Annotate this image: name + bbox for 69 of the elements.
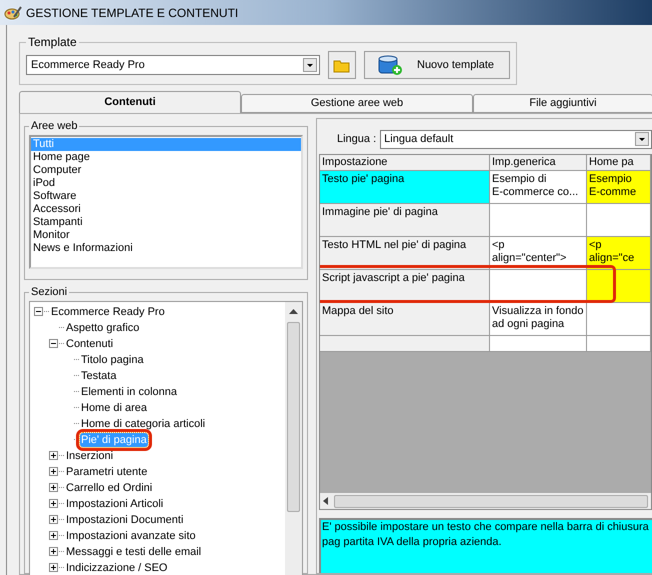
expand-icon[interactable]: [49, 451, 58, 460]
tree-item[interactable]: Home di categoria articoli: [80, 416, 206, 430]
template-dropdown[interactable]: Ecommerce Ready Pro: [26, 55, 320, 75]
database-add-icon: [377, 54, 403, 76]
list-item[interactable]: Accessori: [31, 202, 301, 216]
tree-item[interactable]: Testata: [80, 368, 118, 382]
scroll-thumb[interactable]: [287, 322, 300, 512]
tree-item[interactable]: Parametri utente: [65, 464, 148, 478]
dropdown-value: Lingua default: [384, 132, 454, 147]
group-label: Sezioni: [30, 285, 68, 300]
tab[interactable]: Contenuti: [19, 91, 241, 113]
scroll-thumb[interactable]: [334, 494, 648, 508]
tab[interactable]: File aggiuntivi: [473, 94, 652, 113]
scroll-left-icon: [323, 497, 328, 505]
tab[interactable]: Gestione aree web: [241, 94, 473, 113]
palette-icon: [4, 4, 22, 20]
table-cell[interactable]: Testo HTML nel pie' di pagina: [320, 237, 490, 270]
table-cell[interactable]: Script javascript a pie' pagina: [320, 270, 490, 303]
folder-icon: [333, 58, 351, 72]
table-cell: <p align="ce: [587, 237, 651, 270]
tree-item[interactable]: Aspetto grafico: [65, 320, 140, 334]
tree-item[interactable]: Messaggi e testi delle email: [65, 544, 202, 558]
expand-icon[interactable]: [49, 547, 58, 556]
tree-item[interactable]: Ecommerce Ready Pro: [50, 304, 166, 318]
language-dropdown[interactable]: Lingua default: [380, 130, 652, 148]
vertical-scrollbar[interactable]: [285, 302, 302, 575]
table-cell: Visualizza in fondo ad ogni pagina: [490, 303, 587, 336]
expand-icon[interactable]: [49, 515, 58, 524]
tree-item[interactable]: Impostazioni avanzate sito: [65, 528, 197, 542]
expand-icon[interactable]: [49, 483, 58, 492]
tree-item[interactable]: Elementi in colonna: [80, 384, 178, 398]
table-cell[interactable]: Testo pie' pagina: [320, 171, 490, 204]
tree-item[interactable]: Impostazioni Articoli: [65, 496, 164, 510]
list-item[interactable]: Stampanti: [31, 216, 301, 228]
list-item[interactable]: Home page: [31, 150, 301, 164]
tree-item[interactable]: Indicizzazione / SEO: [65, 560, 168, 574]
scroll-up-icon: [289, 308, 298, 314]
window-title: GESTIONE TEMPLATE E CONTENUTI: [26, 4, 238, 22]
table-cell: <p align="center">: [490, 237, 587, 270]
table-cell: [587, 336, 651, 352]
tree-item[interactable]: Titolo pagina: [80, 352, 145, 366]
expand-icon[interactable]: [49, 531, 58, 540]
tree-item[interactable]: Home di area: [80, 400, 148, 414]
open-folder-button[interactable]: [328, 51, 356, 79]
collapse-icon[interactable]: [34, 307, 43, 316]
field-label: Lingua :: [337, 132, 376, 147]
description-text: E' possibile impostare un testo che compare nella barra di chiusura pag partita IVA della propria azienda.: [319, 518, 652, 573]
tree-item[interactable]: Impostazioni Documenti: [65, 512, 184, 526]
expand-icon[interactable]: [49, 467, 58, 476]
tree-item[interactable]: Contenuti: [65, 336, 114, 350]
expand-icon[interactable]: [49, 563, 58, 572]
tree-item[interactable]: Carrello ed Ordini: [65, 480, 154, 494]
expand-icon[interactable]: [49, 499, 58, 508]
list-item[interactable]: Computer: [31, 164, 301, 176]
table-cell: Esempio E-comme: [587, 171, 651, 204]
group-label: Template: [27, 34, 78, 51]
list-item[interactable]: News e Informazioni: [31, 242, 301, 254]
list-item[interactable]: Software: [31, 190, 301, 202]
list-item[interactable]: iPod: [31, 176, 301, 190]
group-label: Aree web: [30, 119, 78, 134]
new-template-button[interactable]: Nuovo template: [364, 51, 510, 79]
dropdown-value: Ecommerce Ready Pro: [31, 58, 145, 73]
tree-item[interactable]: Inserzioni: [65, 448, 114, 462]
collapse-icon[interactable]: [49, 339, 58, 348]
table-cell: Esempio di E-commerce co...: [490, 171, 587, 204]
horizontal-scrollbar[interactable]: [320, 493, 651, 509]
list-item[interactable]: Monitor: [31, 228, 301, 242]
table-cell[interactable]: Mappa del sito: [320, 303, 490, 336]
table-cell[interactable]: Immagine pie' di pagina: [320, 204, 490, 237]
